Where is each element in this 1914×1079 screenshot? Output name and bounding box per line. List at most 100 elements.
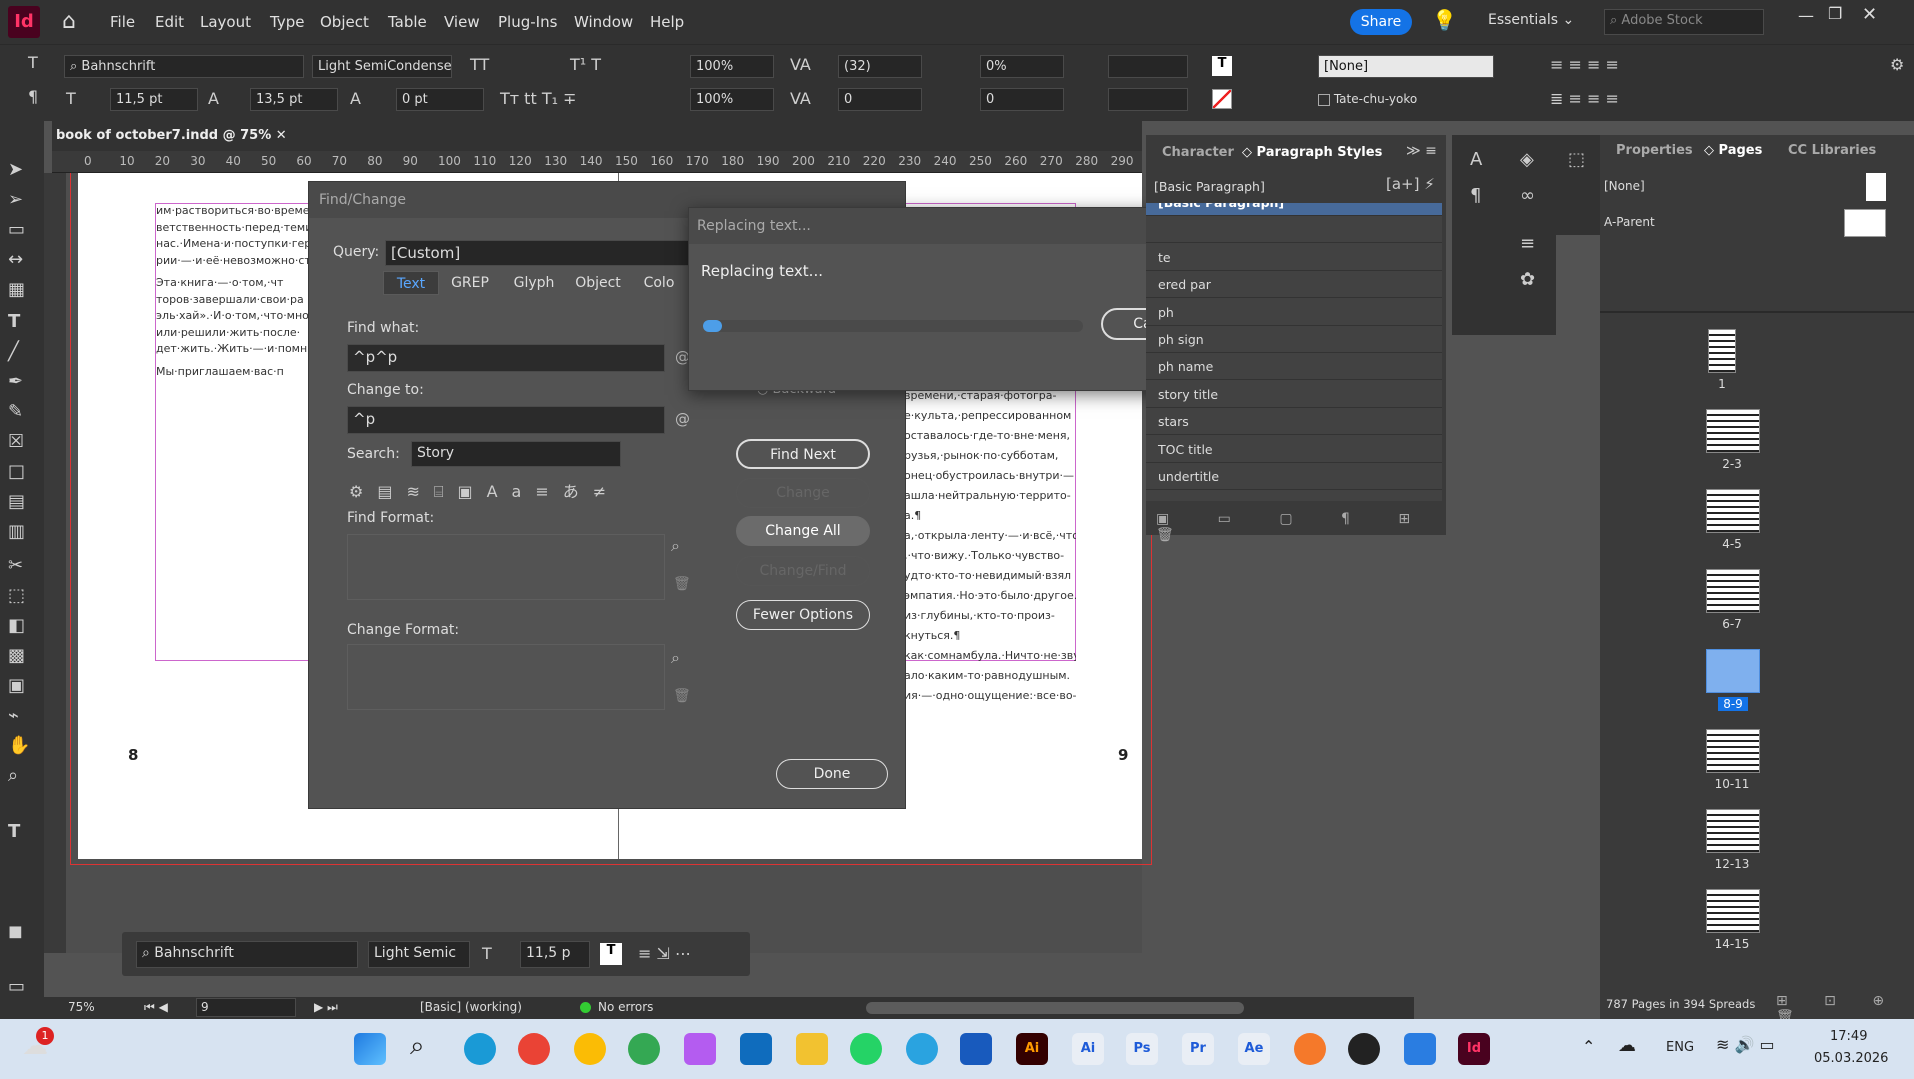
layers-icon[interactable]: ◈ xyxy=(1520,149,1534,170)
baseline-field[interactable]: 0 pt xyxy=(396,88,484,111)
gradient-feather-icon[interactable]: ▩ xyxy=(8,645,25,666)
page-thumbnail[interactable] xyxy=(1706,569,1760,613)
direct-selection-tool-icon[interactable]: ➢ xyxy=(8,189,23,210)
explorer-icon[interactable] xyxy=(796,1033,828,1065)
illustrator-ai-icon[interactable]: Ai xyxy=(1072,1033,1104,1065)
tracking-field[interactable]: 0 xyxy=(838,88,922,111)
para-formatting-icon[interactable]: ¶ xyxy=(28,87,38,106)
scissors-tool-icon[interactable]: ✂ xyxy=(8,555,23,576)
pen-tool-icon[interactable]: ✒ xyxy=(8,371,23,392)
mojikumi-field[interactable]: 0 xyxy=(980,88,1064,111)
page-thumbnail[interactable] xyxy=(1706,729,1760,773)
page-nav-next[interactable]: ▶ ⏭ xyxy=(314,1000,338,1015)
chrome-icon-2[interactable] xyxy=(574,1033,606,1065)
rectangle-frame-icon[interactable]: ☒ xyxy=(8,431,24,452)
menu-layout[interactable]: Layout xyxy=(200,13,251,31)
change-all-button[interactable]: Change All xyxy=(736,516,870,546)
indesign-taskbar-icon[interactable]: Id xyxy=(1458,1033,1490,1065)
spread-label[interactable]: 6-7 xyxy=(1702,617,1762,631)
paragraph-style-item[interactable]: undertitle xyxy=(1146,463,1442,490)
spread-label[interactable]: 1 xyxy=(1692,377,1752,391)
lightbulb-icon[interactable]: 💡 xyxy=(1432,8,1457,32)
spread-label[interactable]: 12-13 xyxy=(1702,857,1762,871)
fewer-options-button[interactable]: Fewer Options xyxy=(736,600,870,630)
tab-grep[interactable]: GREP xyxy=(439,271,501,295)
page-number-field[interactable]: 9 xyxy=(196,998,296,1017)
whatsapp-icon[interactable] xyxy=(850,1033,882,1065)
menu-edit[interactable]: Edit xyxy=(155,13,184,31)
change-format-clear-icon[interactable]: 🗑 xyxy=(673,688,691,704)
menu-table[interactable]: Table xyxy=(388,13,427,31)
free-transform-icon[interactable]: ⬚ xyxy=(8,585,25,606)
find-format-box[interactable] xyxy=(347,534,665,600)
fill-stroke-icon[interactable]: T xyxy=(8,821,20,842)
bottom-font-field[interactable]: ⌕ Bahnschrift xyxy=(136,941,358,968)
tab-pages[interactable]: ◇ Pages xyxy=(1704,143,1762,158)
illustrator-icon[interactable]: Ai xyxy=(1016,1033,1048,1065)
horizontal-scrollbar[interactable] xyxy=(866,1002,1244,1014)
query-select[interactable]: [Custom] xyxy=(385,240,705,266)
panel-menu-icon[interactable]: ≫ ≡ xyxy=(1406,143,1437,159)
menu-object[interactable]: Object xyxy=(320,13,369,31)
line-tool-icon[interactable]: ╱ xyxy=(8,341,19,362)
tab-character[interactable]: Character xyxy=(1162,145,1234,160)
font-style-field[interactable]: Light SemiCondense xyxy=(312,55,452,78)
master-none[interactable]: [None] xyxy=(1604,179,1645,193)
align-left-icon[interactable]: ≡ ≡ ≡ ≡ xyxy=(1550,55,1619,74)
home-icon[interactable]: ⌂ xyxy=(62,9,76,34)
master-a-parent[interactable]: A-Parent xyxy=(1604,215,1655,229)
gap-tool-icon[interactable]: ↔ xyxy=(8,249,23,270)
pencil-tool-icon[interactable]: ✎ xyxy=(8,401,23,422)
menu-file[interactable]: File xyxy=(110,13,135,31)
find-format-settings-icon[interactable]: ⌕ xyxy=(671,536,680,556)
photoshop-icon[interactable]: Ps xyxy=(1126,1033,1158,1065)
char-formatting-icon[interactable]: T xyxy=(28,53,38,72)
gear-icon[interactable]: ⚙ xyxy=(1890,55,1904,74)
find-what-field[interactable]: ^p^p xyxy=(347,344,665,372)
vertical-scale-field[interactable]: 100% xyxy=(690,55,774,78)
telegram-icon[interactable] xyxy=(906,1033,938,1065)
paragraph-style-item[interactable]: ph sign xyxy=(1146,326,1442,353)
char-style-field[interactable]: [None] xyxy=(1318,55,1494,78)
zoom-level[interactable]: 75% xyxy=(68,1000,95,1014)
field-blank-2[interactable] xyxy=(1108,88,1188,111)
word-icon[interactable] xyxy=(960,1033,992,1065)
kerning-field[interactable]: (32) xyxy=(838,55,922,78)
chrome-icon-3[interactable] xyxy=(628,1033,660,1065)
search-scope-select[interactable]: Story xyxy=(411,441,621,467)
selection-tool-icon[interactable]: ➤ xyxy=(8,159,23,180)
zoom-tool-icon[interactable]: ⌕ xyxy=(8,765,18,786)
spread-label[interactable]: 4-5 xyxy=(1702,537,1762,551)
obs-icon[interactable] xyxy=(1348,1033,1380,1065)
spread-label[interactable]: 8-9 xyxy=(1718,697,1748,711)
panel-footer-icons[interactable]: ▣ ▭ ▢ ¶ ⊞ 🗑 xyxy=(1156,511,1446,543)
font-family-field[interactable]: ⌕ Bahnschrift xyxy=(64,55,304,78)
find-next-button[interactable]: Find Next xyxy=(736,439,870,469)
done-button[interactable]: Done xyxy=(776,759,888,789)
uppercase-icon[interactable]: TT xyxy=(470,55,489,74)
search-options-icons[interactable]: ⚙▤≋⌸▣Aa≡あ≠ xyxy=(349,478,620,502)
menu-plugins[interactable]: Plug-Ins xyxy=(498,13,557,31)
links-icon[interactable]: ∞ xyxy=(1520,185,1535,206)
superscript-icon[interactable]: T¹ T xyxy=(570,55,601,74)
styles-icon[interactable]: A xyxy=(1470,149,1482,170)
edge-icon[interactable] xyxy=(464,1033,496,1065)
restore-button[interactable]: ❐ xyxy=(1828,4,1842,23)
menu-type[interactable]: Type xyxy=(270,13,304,31)
paragraph-style-item[interactable]: te xyxy=(1146,244,1442,271)
spread-label[interactable]: 2-3 xyxy=(1702,457,1762,471)
spread-label[interactable]: 10-11 xyxy=(1702,777,1762,791)
text-frame-right[interactable]: времени,·старая·фотогра-е·культа,·репрес… xyxy=(904,388,1076,728)
close-button[interactable]: ✕ xyxy=(1862,4,1877,25)
field-blank-1[interactable] xyxy=(1108,55,1188,78)
clock-time[interactable]: 17:49 xyxy=(1830,1029,1867,1044)
page-thumbnail[interactable] xyxy=(1706,809,1760,853)
table-tool-icon[interactable]: ▤ xyxy=(8,491,25,512)
workspace-switcher[interactable]: Essentials ⌄ xyxy=(1488,12,1574,28)
tab-object[interactable]: Object xyxy=(567,271,629,295)
paragraph-style-item[interactable]: ph xyxy=(1146,299,1442,326)
paragraph-icon[interactable]: ¶ xyxy=(1470,185,1481,206)
paragraph-style-item[interactable]: stars xyxy=(1146,408,1442,436)
change-format-box[interactable] xyxy=(347,644,665,710)
find-format-clear-icon[interactable]: 🗑 xyxy=(673,576,691,592)
